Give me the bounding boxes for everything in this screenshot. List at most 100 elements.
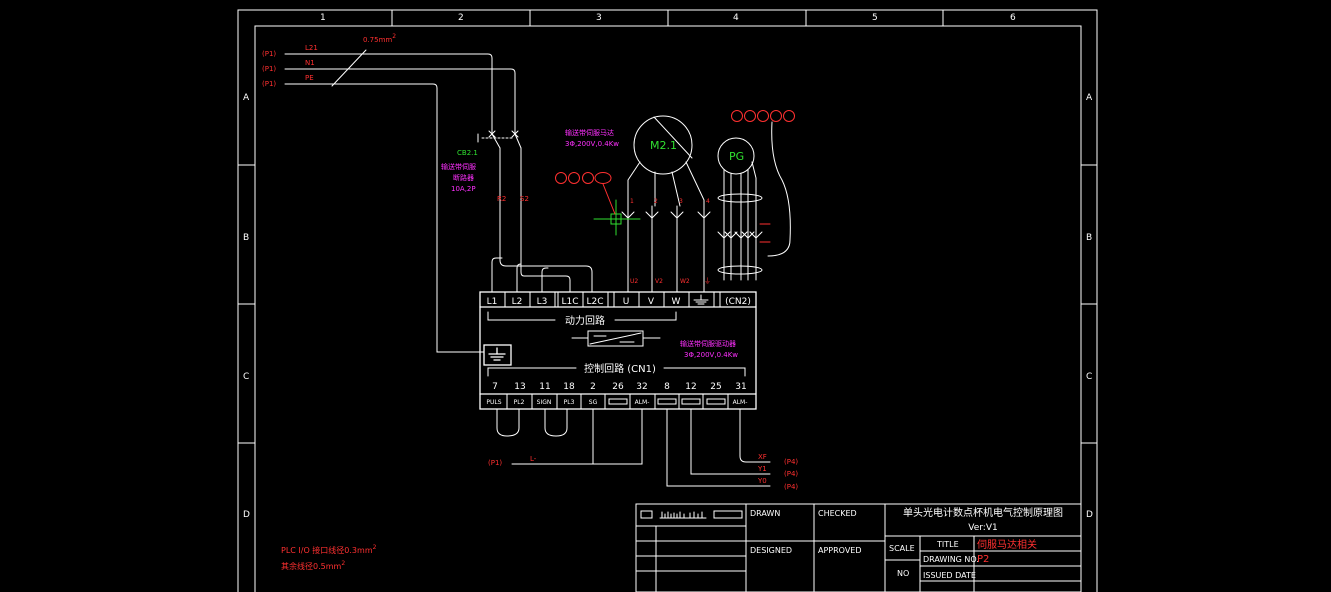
io-ref-3: (P4) [784,483,798,491]
breaker-rating: 10A,2P [451,185,476,193]
label-no: NO [897,569,909,578]
motor-terminal-4: 4 [706,198,710,205]
col-number-6: 6 [1010,13,1016,23]
driver-terminal-u: U [623,297,630,307]
motor-terminal-1: 1 [630,198,634,205]
label-title: TITLE [936,540,959,549]
motor-terminal-2: 2 [654,198,658,205]
supply-ref-1: (P1) [262,50,276,58]
motor-tag: M2.1 [650,139,677,152]
label-drawn: DRAWN [750,509,780,518]
note-line-2: 其余线径0.5mm2 [281,560,345,571]
supply-ref-3: (P1) [262,80,276,88]
col-number-3: 3 [596,13,602,23]
row-letter-b-right: B [1086,233,1092,243]
io-label-y1: Y1 [757,465,767,473]
breaker-out-s2: S2 [520,195,529,203]
pin-number-2: 2 [590,382,596,392]
pin-name-sign: SIGN [537,399,552,406]
pin-number-12: 12 [685,382,696,392]
control-section-title: 控制回路 (CN1) [584,362,656,375]
title-value: 伺服马达相关 [977,538,1037,551]
pin-number-31: 31 [735,382,746,392]
supply-ref-2: (P1) [262,65,276,73]
driver-terminal-w: W [672,297,681,307]
label-scale: SCALE [889,544,915,553]
driver-terminal-l1c: L1C [561,297,578,307]
io-label-y0: Y0 [757,477,767,485]
col-number-5: 5 [872,13,878,23]
driver-terminal-cn2: (CN2) [725,297,751,307]
pin-name-puls: PULS [486,399,501,406]
note-line-1: PLC I/O 接口线径0.3mm2 [281,544,377,555]
io-ref-1: (P4) [784,458,798,466]
title-block-barcode [661,511,703,519]
frame-ticks [237,9,1098,444]
driver-terminal-l3: L3 [537,297,548,307]
project-version: Ver:V1 [968,523,997,533]
breaker-name2: 断路器 [453,173,474,182]
row-letter-a-left: A [243,93,250,103]
encoder-symbol [717,121,791,281]
io-left-label: L- [530,455,537,463]
col-number-2: 2 [458,13,464,23]
pin-number-13: 13 [514,382,525,392]
pin-number-26: 26 [612,382,624,392]
pin-number-18: 18 [563,382,575,392]
supply-line-l21: L21 [305,44,318,52]
breaker-symbol [477,130,593,293]
row-letter-d-left: D [243,510,250,520]
encoder-tag: PG [729,150,744,163]
label-designed: DESIGNED [750,546,792,555]
pin-number-11: 11 [539,382,550,392]
driver-name: 输送带伺服驱动器 [680,339,736,348]
breaker-name: 输送带伺服 [441,162,476,171]
driver-terminal-l2c: L2C [586,297,603,307]
label-drawing-no: DRAWING NO. [923,555,979,564]
motor-name: 输送带伺服马达 [565,128,614,137]
pin-name-pl2: PL2 [514,399,525,406]
label-approved: APPROVED [818,546,862,555]
io-wires [496,408,771,487]
phase-label-u2: U2 [630,278,638,285]
pin-name-alm-31: ALM- [733,399,748,406]
pin-number-8: 8 [664,382,670,392]
row-letter-c-left: C [243,372,249,382]
supply-line-n1: N1 [305,59,315,67]
breaker-out-r2: R2 [497,195,506,203]
driver-terminal-l1: L1 [487,297,498,307]
schematic-canvas: 1 2 3 4 5 6 A B C D A B C D (P1) (P1) (P… [237,9,1098,592]
drawing-frame [237,9,1098,592]
label-issued-date: ISSUED DATE [923,571,976,580]
power-section-title: 动力回路 [565,314,605,327]
phase-label-w2: W2 [680,278,690,285]
row-letter-d-right: D [1086,510,1093,520]
io-left-ref: (P1) [488,459,502,467]
motor-probe [593,199,641,236]
driver-ground-symbol [693,294,709,305]
breaker-tag: CB2.1 [457,149,478,157]
label-checked: CHECKED [818,509,857,518]
driver-terminal-v: V [648,297,655,307]
pin-number-25: 25 [710,382,721,392]
motor-terminal-3: 3 [679,198,683,205]
converter-symbol [571,330,661,347]
motor-bubbles [555,172,616,215]
driver-terminal-l2: L2 [512,297,523,307]
col-number-4: 4 [733,13,739,23]
col-number-1: 1 [320,13,326,23]
io-ref-2: (P4) [784,470,798,478]
drawing-no-value: P2 [977,554,989,565]
pin-contact-symbols [608,398,726,405]
supply-line-pe: PE [305,74,314,82]
driver-spec: 3Φ,200V,0.4Kw [684,351,738,359]
row-letter-b-left: B [243,233,249,243]
io-label-xf: XF [758,453,767,461]
phase-label-v2: V2 [655,278,663,285]
pin-name-sg: SG [589,399,598,406]
pin-name-alm-32: ALM- [635,399,650,406]
wire-size-label: 0.75mm2 [363,33,396,44]
row-letter-a-right: A [1086,93,1093,103]
row-letter-c-right: C [1086,372,1092,382]
pin-name-pl3: PL3 [564,399,575,406]
